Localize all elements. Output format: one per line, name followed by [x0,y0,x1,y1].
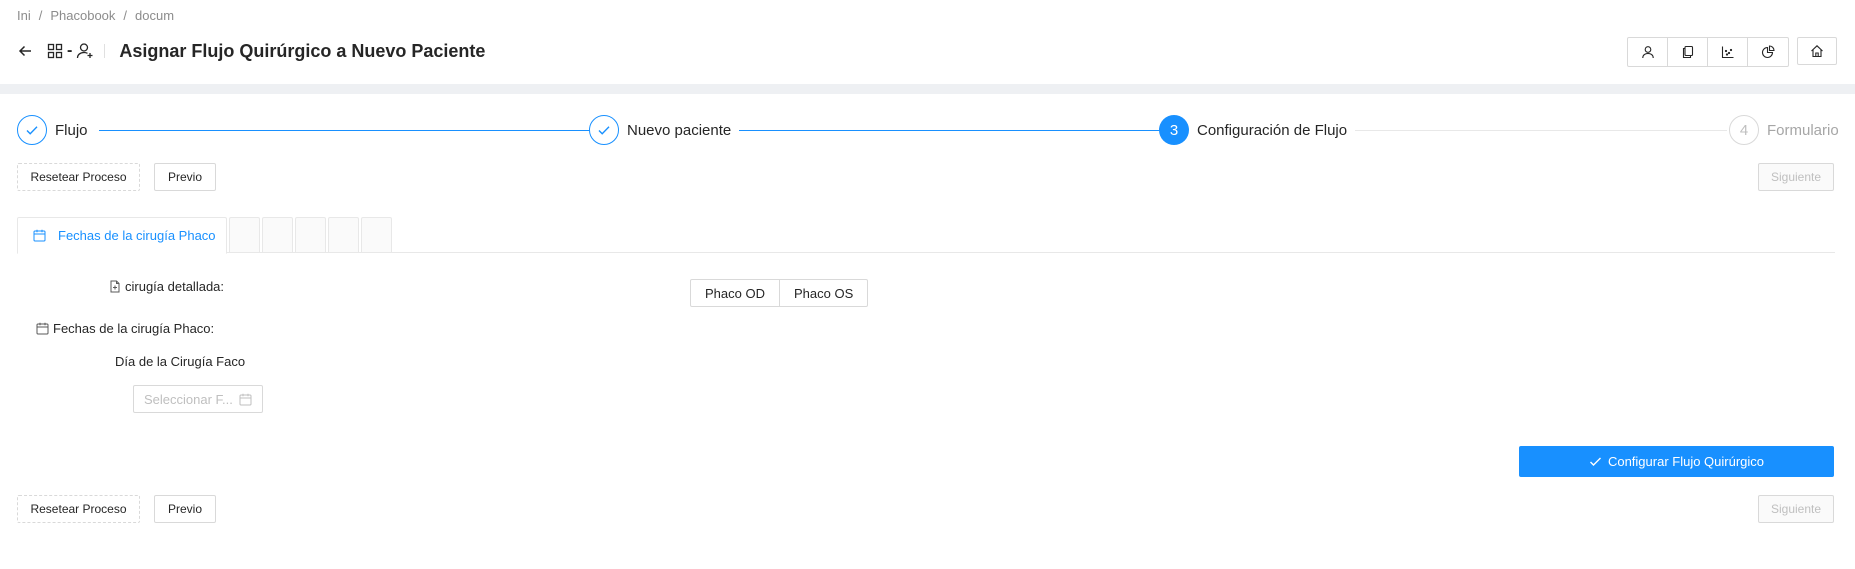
phaco-os-option[interactable]: Phaco OS [779,279,869,307]
surgery-options: Phaco OD Phaco OS [690,279,869,307]
calendar-icon [36,322,49,335]
tab-label: Fechas de la cirugía Phaco [58,228,216,243]
step-connector [99,130,591,131]
step-number: 4 [1729,115,1759,145]
dates-section-label-text: Fechas de la cirugía Phaco: [53,321,215,336]
calendar-icon [33,229,46,242]
copy-button[interactable] [1668,38,1708,66]
tabs-bar: Fechas de la cirugía Phaco [17,217,1835,254]
header-separator-band [0,84,1855,94]
tab-fechas-cirugia-phaco[interactable]: Fechas de la cirugía Phaco [17,217,227,254]
chart-button[interactable] [1708,38,1748,66]
tab-empty[interactable] [229,217,260,253]
step-connector [739,130,1161,131]
step-formulario[interactable]: 4 Formulario [1729,115,1839,145]
chart-icon [1721,46,1733,59]
surgery-date-picker[interactable]: Seleccionar F... [133,385,263,413]
step-label: Nuevo paciente [627,121,732,139]
next-button-bottom[interactable]: Siguiente [1758,495,1834,523]
reset-process-button[interactable]: Resetear Proceso [17,163,140,191]
step-nuevo-paciente[interactable]: Nuevo paciente [589,115,731,145]
breadcrumb-item-home[interactable]: Ini [17,8,31,23]
page-title: Asignar Flujo Quirúrgico a Nuevo Pacient… [119,40,486,61]
date-placeholder: Seleccionar F... [144,391,233,407]
pie-chart-icon [1761,45,1775,59]
next-button[interactable]: Siguiente [1758,163,1834,191]
breadcrumb-separator: / [123,8,128,23]
apps-grid-icon[interactable] [47,43,63,59]
surgery-label-text: cirugía detallada: [125,279,225,294]
surgery-day-label: Día de la Cirugía Faco [115,354,246,369]
page-header: - Asignar Flujo Quirúrgico a Nuevo Pacie… [17,38,485,64]
top-toolbar [1627,37,1837,67]
phaco-od-option[interactable]: Phaco OD [690,279,780,307]
home-button[interactable] [1797,37,1837,65]
previous-button-bottom[interactable]: Previo [154,495,216,523]
previous-button[interactable]: Previo [154,163,216,191]
surgery-field-label: cirugía detallada: [109,279,224,294]
header-dash: - [67,42,73,59]
user-button[interactable] [1628,38,1668,66]
reset-process-button-bottom[interactable]: Resetear Proceso [17,495,140,523]
tab-empty[interactable] [262,217,293,253]
step-label: Formulario [1767,121,1839,139]
tab-empty[interactable] [328,217,359,253]
user-add-icon[interactable] [76,42,94,60]
breadcrumb-separator: / [38,8,43,23]
toolbar-group [1627,37,1789,67]
breadcrumb: Ini / Phacobook / docum [17,8,174,23]
breadcrumb-item-docum[interactable]: docum [135,8,174,23]
check-icon [17,115,47,145]
step-connector [1355,130,1727,131]
step-label: Flujo [55,121,88,139]
header-divider [104,44,106,58]
user-icon [1641,46,1654,59]
back-arrow-icon[interactable] [17,43,33,59]
configure-flow-button[interactable]: Configurar Flujo Quirúrgico [1519,446,1834,477]
tab-empty[interactable] [361,217,392,253]
dates-section-label: Fechas de la cirugía Phaco: [36,321,214,336]
step-configuracion-de-flujo[interactable]: 3 Configuración de Flujo [1159,115,1347,145]
breadcrumb-item-phacobook[interactable]: Phacobook [50,8,115,23]
tab-empty[interactable] [295,217,326,253]
check-icon [589,115,619,145]
pie-chart-button[interactable] [1748,38,1788,66]
check-icon [1589,457,1601,466]
steps-bar: Flujo Nuevo paciente 3 Configuración de … [17,115,1839,145]
calendar-icon [239,393,252,405]
step-number: 3 [1159,115,1189,145]
copy-icon [1682,45,1693,59]
step-label: Configuración de Flujo [1197,121,1348,139]
file-icon [110,280,120,293]
step-flujo[interactable]: Flujo [17,115,88,145]
configure-flow-label: Configurar Flujo Quirúrgico [1607,454,1765,469]
home-icon [1811,45,1823,58]
